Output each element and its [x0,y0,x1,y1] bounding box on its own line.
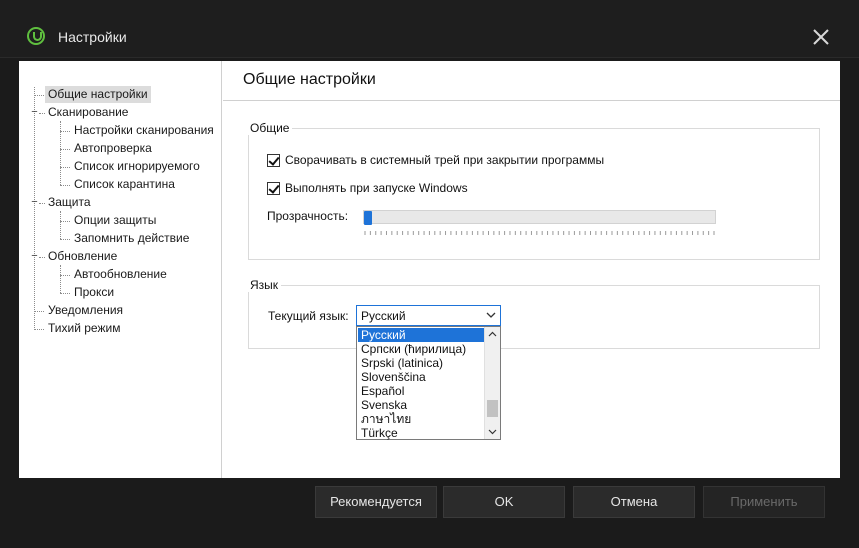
run-on-startup-checkbox[interactable]: Выполнять при запуске Windows [267,180,468,196]
settings-tree: − − − Общие настройки Сканирование Настр… [19,61,222,478]
close-icon[interactable] [806,22,836,52]
apply-button[interactable]: Применить [703,486,825,518]
page-title: Общие настройки [243,71,376,88]
tree-item-scan-settings[interactable]: Настройки сканирования [71,122,217,139]
minimize-to-tray-label: Сворачивать в системный трей при закрыти… [285,153,605,167]
tree-item-remember-action[interactable]: Запомнить действие [71,230,192,247]
general-group-label: Общие [247,121,293,135]
chevron-down-icon[interactable] [487,427,498,437]
tree-item-general[interactable]: Общие настройки [45,86,151,103]
title-bar: Настройки [0,0,859,58]
scrollbar-thumb[interactable] [487,400,498,417]
tree-item-notifications[interactable]: Уведомления [45,302,126,319]
tree-item-silent-mode[interactable]: Тихий режим [45,320,123,337]
language-option[interactable]: Српски (ћирилица) [358,342,484,356]
checkbox-icon[interactable] [267,153,280,167]
tree-line [60,185,70,186]
dropdown-scrollbar[interactable] [484,327,500,439]
tree-item-protection-options[interactable]: Опции защиты [71,212,159,229]
transparency-slider-track[interactable] [363,210,716,224]
tree-item-autocheck[interactable]: Автопроверка [71,140,155,157]
tree-line [60,275,70,276]
content-area: − − − Общие настройки Сканирование Настр… [19,61,840,478]
current-language-label: Текущий язык: [268,309,349,323]
transparency-label: Прозрачность: [267,209,349,223]
tree-line [34,311,44,312]
language-combobox-value: Русский [361,309,406,323]
minimize-to-tray-checkbox[interactable]: Сворачивать в системный трей при закрыти… [267,152,604,168]
language-option[interactable]: Türkçe [358,426,484,440]
language-dropdown-list[interactable]: Русский Српски (ћирилица) Srpski (latini… [356,326,501,440]
checkbox-icon[interactable] [267,181,280,195]
language-option[interactable]: ภาษาไทย [358,412,484,426]
tree-line [60,239,70,240]
cancel-button[interactable]: Отмена [573,486,695,518]
slider-ticks [364,231,715,235]
tree-line [34,329,44,330]
tree-item-ignore-list[interactable]: Список игнорируемого [71,158,203,175]
ok-button[interactable]: OK [443,486,565,518]
tree-item-auto-update[interactable]: Автообновление [71,266,170,283]
app-logo-icon [27,27,45,45]
tree-line [60,149,70,150]
tree-line [60,293,70,294]
recommended-button[interactable]: Рекомендуется [315,486,437,518]
tree-line [60,167,70,168]
language-option[interactable]: Español [358,384,484,398]
language-option[interactable]: Русский [358,328,484,342]
divider [223,100,840,101]
tree-item-scanning[interactable]: Сканирование [45,104,131,121]
collapse-icon[interactable]: − [30,107,39,118]
tree-line [34,95,44,96]
window-title: Настройки [58,29,127,45]
tree-item-proxy[interactable]: Прокси [71,284,117,301]
language-option[interactable]: Srpski (latinica) [358,356,484,370]
tree-line [34,87,35,330]
tree-line [60,211,61,239]
collapse-icon[interactable]: − [30,251,39,262]
tree-item-update[interactable]: Обновление [45,248,120,265]
tree-line [60,265,61,293]
language-group-label: Язык [247,278,282,292]
transparency-slider-thumb[interactable] [364,211,372,225]
tree-line [60,131,70,132]
settings-panel: Общие настройки Общие Сворачивать в сист… [223,61,840,478]
language-combobox[interactable]: Русский [356,305,501,326]
collapse-icon[interactable]: − [30,197,39,208]
chevron-down-icon[interactable] [485,308,497,322]
tree-item-protection[interactable]: Защита [45,194,94,211]
settings-window: Настройки − − − Общие настройки Сканиров… [0,0,859,548]
language-option[interactable]: Svenska [358,398,484,412]
tree-item-quarantine-list[interactable]: Список карантина [71,176,178,193]
run-on-startup-label: Выполнять при запуске Windows [285,181,468,195]
chevron-up-icon[interactable] [487,329,498,339]
tree-line [60,221,70,222]
language-option[interactable]: Slovenščina [358,370,484,384]
